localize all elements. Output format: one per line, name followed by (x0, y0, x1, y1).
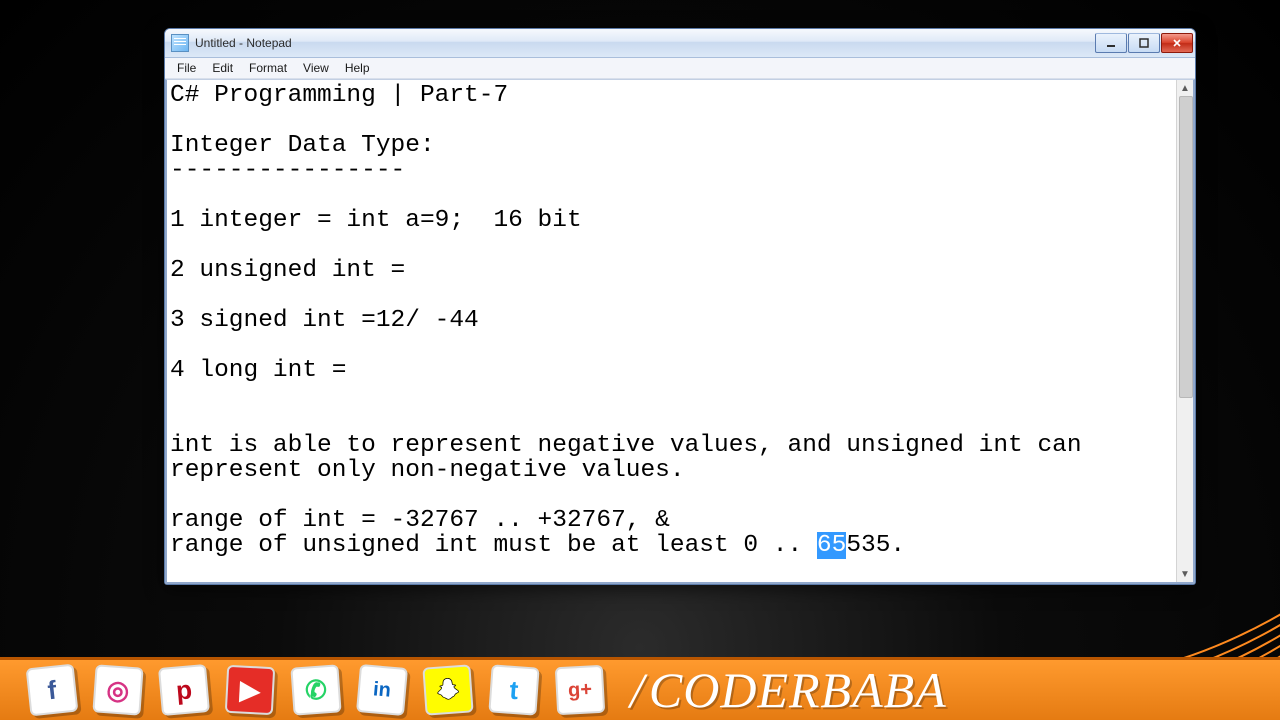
scroll-up-arrow-icon[interactable]: ▲ (1177, 80, 1193, 96)
instagram-icon[interactable]: ◎ (92, 664, 143, 715)
scroll-thumb[interactable] (1179, 96, 1193, 398)
brand-slash: / (630, 661, 645, 719)
googleplus-icon[interactable]: g+ (555, 665, 605, 715)
brand-name: CODERBABA (649, 661, 947, 719)
close-button[interactable] (1161, 33, 1193, 53)
menu-file[interactable]: File (169, 59, 204, 77)
whatsapp-icon[interactable]: ✆ (290, 664, 341, 715)
editor-container: C# Programming | Part-7 Integer Data Typ… (165, 79, 1195, 584)
brand-text: / CODERBABA (630, 661, 947, 719)
menu-view[interactable]: View (295, 59, 337, 77)
maximize-button[interactable] (1128, 33, 1160, 53)
desktop: Untitled - Notepad File Edit Format View… (0, 0, 1280, 720)
facebook-icon[interactable]: f (26, 664, 79, 717)
minimize-button[interactable] (1095, 33, 1127, 53)
menu-edit[interactable]: Edit (204, 59, 241, 77)
window-title: Untitled - Notepad (195, 36, 292, 50)
notepad-window: Untitled - Notepad File Edit Format View… (164, 28, 1196, 585)
menu-help[interactable]: Help (337, 59, 378, 77)
text-before-selection: C# Programming | Part-7 Integer Data Typ… (170, 82, 1096, 559)
pinterest-icon[interactable]: p (158, 664, 210, 716)
youtube-icon[interactable]: ▶ (225, 665, 275, 715)
notepad-app-icon (171, 34, 189, 52)
vertical-scrollbar[interactable]: ▲ ▼ (1176, 80, 1193, 582)
menubar: File Edit Format View Help (165, 58, 1195, 79)
titlebar[interactable]: Untitled - Notepad (165, 29, 1195, 58)
text-editor[interactable]: C# Programming | Part-7 Integer Data Typ… (167, 80, 1177, 582)
twitter-icon[interactable]: t (488, 664, 539, 715)
menu-format[interactable]: Format (241, 59, 295, 77)
scroll-down-arrow-icon[interactable]: ▼ (1177, 566, 1193, 582)
social-bar: f ◎ p ▶ ✆ in t g+ / CODERBABA (0, 657, 1280, 720)
window-controls (1095, 33, 1193, 53)
snapchat-icon[interactable] (422, 664, 473, 715)
text-after-selection: 535. (846, 532, 905, 559)
text-selection: 65 (817, 532, 846, 559)
linkedin-icon[interactable]: in (356, 664, 408, 716)
